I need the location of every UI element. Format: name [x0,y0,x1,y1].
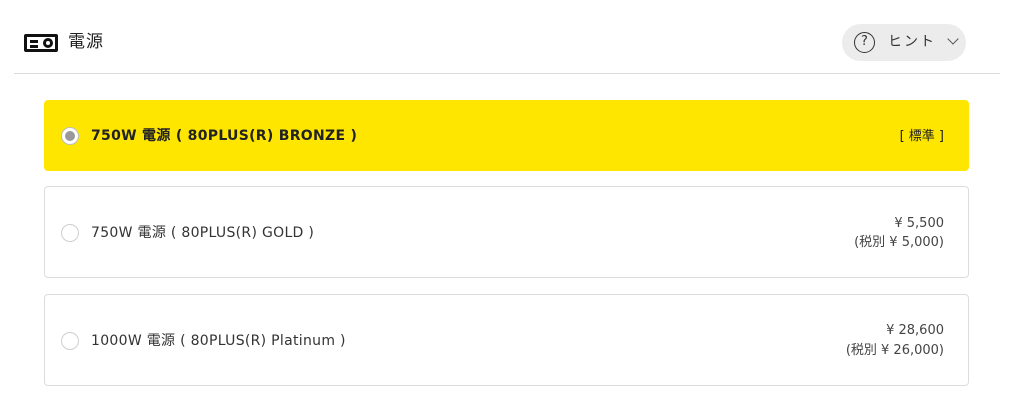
option-price-excl-tax: (税別 ¥ 26,000) [845,343,944,358]
standard-tag: [ 標準 ] [899,129,944,144]
option-label: 750W 電源 ( 80PLUS(R) GOLD ) [91,225,315,241]
hint-label: ヒント [888,34,936,50]
psu-option-1000w-platinum[interactable]: 1000W 電源 ( 80PLUS(R) Platinum ) ¥ 28,600… [44,294,969,386]
psu-option-750w-bronze[interactable]: 750W 電源 ( 80PLUS(R) BRONZE ) [ 標準 ] [44,100,969,171]
question-circle-icon: ? [854,32,875,53]
section-header: 電源 ? ヒント [0,0,1000,74]
chevron-down-icon [947,33,959,45]
radio-button[interactable] [61,224,79,242]
hint-button[interactable]: ? ヒント [842,24,966,61]
radio-button[interactable] [61,127,79,145]
option-price: ¥ 28,600 [886,323,944,338]
option-label: 1000W 電源 ( 80PLUS(R) Platinum ) [91,333,346,349]
psu-option-750w-gold[interactable]: 750W 電源 ( 80PLUS(R) GOLD ) ¥ 5,500 (税別 ¥… [44,186,969,278]
option-price: ¥ 5,500 [894,216,944,231]
power-supply-icon [24,34,58,52]
divider [14,73,1000,74]
option-label: 750W 電源 ( 80PLUS(R) BRONZE ) [91,128,358,144]
radio-button[interactable] [61,332,79,350]
option-price-excl-tax: (税別 ¥ 5,000) [854,235,944,250]
section-title: 電源 [68,32,104,52]
